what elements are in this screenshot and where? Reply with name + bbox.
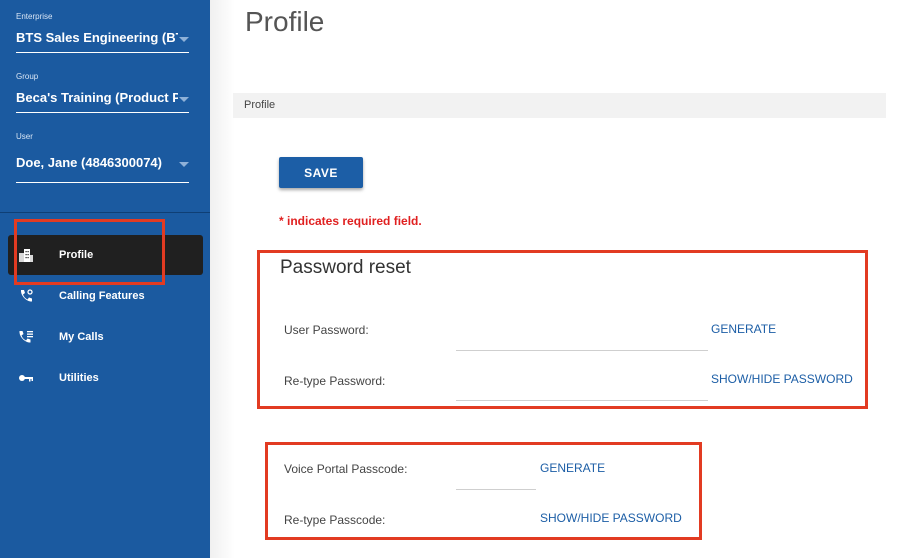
show-hide-passcode-link[interactable]: SHOW/HIDE PASSWORD <box>540 511 682 525</box>
breadcrumb: Profile <box>233 93 886 118</box>
retype-password-input[interactable] <box>456 400 708 401</box>
chevron-down-icon[interactable] <box>179 162 189 167</box>
user-password-input[interactable] <box>456 350 708 351</box>
sidebar: Enterprise BTS Sales Engineering (BTS Gr… <box>0 0 210 558</box>
sidebar-item-utilities[interactable]: Utilities <box>8 358 203 398</box>
user-password-label: User Password: <box>284 323 369 337</box>
user-value: Doe, Jane (4846300074) <box>16 155 162 170</box>
voice-portal-passcode-input[interactable] <box>456 489 536 490</box>
show-hide-password-link[interactable]: SHOW/HIDE PASSWORD <box>711 372 853 386</box>
building-icon <box>18 247 34 263</box>
generate-password-link[interactable]: GENERATE <box>711 322 776 336</box>
enterprise-select[interactable]: BTS Sales Engineering (BTS <box>16 23 189 53</box>
key-icon <box>18 370 34 386</box>
sidebar-item-label: My Calls <box>59 331 104 343</box>
enterprise-selector[interactable]: Enterprise BTS Sales Engineering (BTS <box>16 11 189 53</box>
user-select[interactable]: Doe, Jane (4846300074) <box>16 143 189 183</box>
sidebar-item-label: Calling Features <box>59 290 145 302</box>
password-reset-title: Password reset <box>280 257 411 278</box>
sidebar-divider <box>0 212 210 213</box>
voice-portal-passcode-label: Voice Portal Passcode: <box>284 462 408 476</box>
group-value: Beca's Training (Product Phil <box>16 90 178 105</box>
user-caption: User <box>16 132 33 141</box>
breadcrumb-item: Profile <box>244 99 276 111</box>
group-select[interactable]: Beca's Training (Product Phil <box>16 83 189 113</box>
group-caption: Group <box>16 72 39 81</box>
generate-passcode-link[interactable]: GENERATE <box>540 461 605 475</box>
sidebar-item-profile[interactable]: Profile <box>8 235 203 275</box>
sidebar-shadow <box>210 0 235 558</box>
save-button[interactable]: SAVE <box>279 157 363 188</box>
page-title: Profile <box>245 6 325 37</box>
call-list-icon <box>18 329 34 345</box>
enterprise-caption: Enterprise <box>16 12 53 21</box>
group-selector[interactable]: Group Beca's Training (Product Phil <box>16 71 189 113</box>
phone-icon <box>18 288 34 304</box>
sidebar-item-label: Utilities <box>59 372 99 384</box>
sidebar-item-calling-features[interactable]: Calling Features <box>8 276 203 316</box>
user-selector[interactable]: User Doe, Jane (4846300074) <box>16 131 189 183</box>
retype-passcode-label: Re-type Passcode: <box>284 513 386 527</box>
chevron-down-icon[interactable] <box>179 97 189 102</box>
required-field-note: * indicates required field. <box>279 214 422 228</box>
sidebar-item-label: Profile <box>59 249 94 261</box>
chevron-down-icon[interactable] <box>179 37 189 42</box>
enterprise-value: BTS Sales Engineering (BTS <box>16 30 178 45</box>
retype-password-label: Re-type Password: <box>284 374 386 388</box>
sidebar-item-my-calls[interactable]: My Calls <box>8 317 203 357</box>
